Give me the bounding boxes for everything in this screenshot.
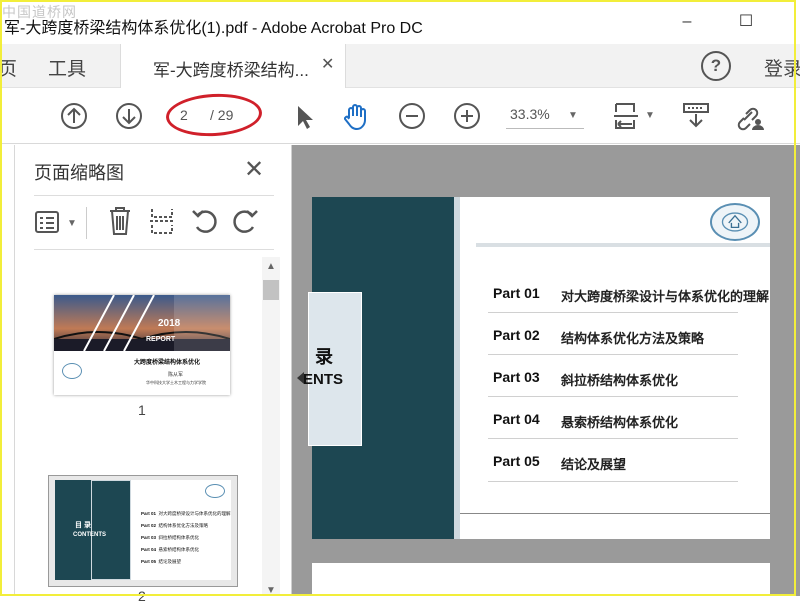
screenshot-border: [0, 0, 796, 596]
